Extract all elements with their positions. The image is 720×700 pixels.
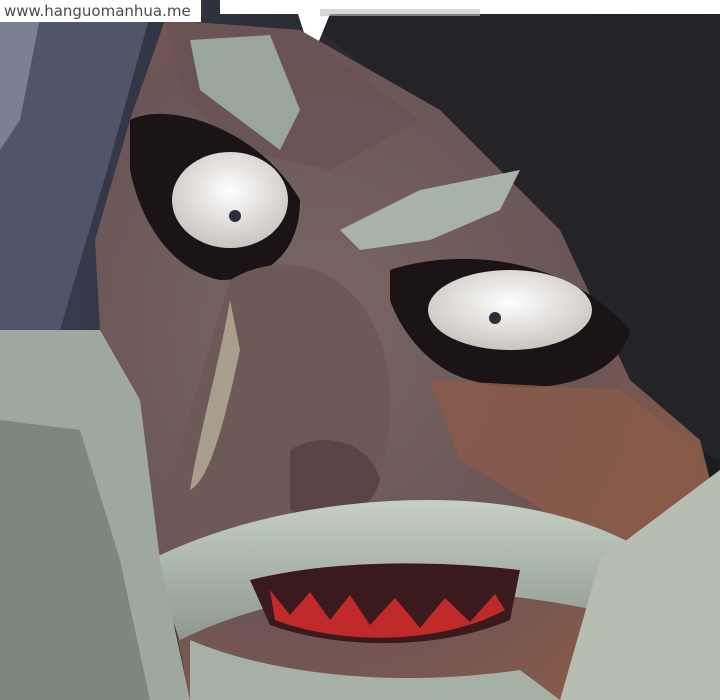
left-eye bbox=[172, 152, 288, 248]
angry-old-man-illustration bbox=[0, 0, 720, 700]
right-pupil bbox=[489, 312, 501, 324]
comic-panel: www.hanguomanhua.me bbox=[0, 0, 720, 700]
speech-bubble-text-smudge bbox=[320, 9, 480, 16]
watermark: www.hanguomanhua.me bbox=[0, 0, 201, 22]
left-pupil bbox=[229, 210, 241, 222]
right-eye bbox=[428, 270, 592, 350]
